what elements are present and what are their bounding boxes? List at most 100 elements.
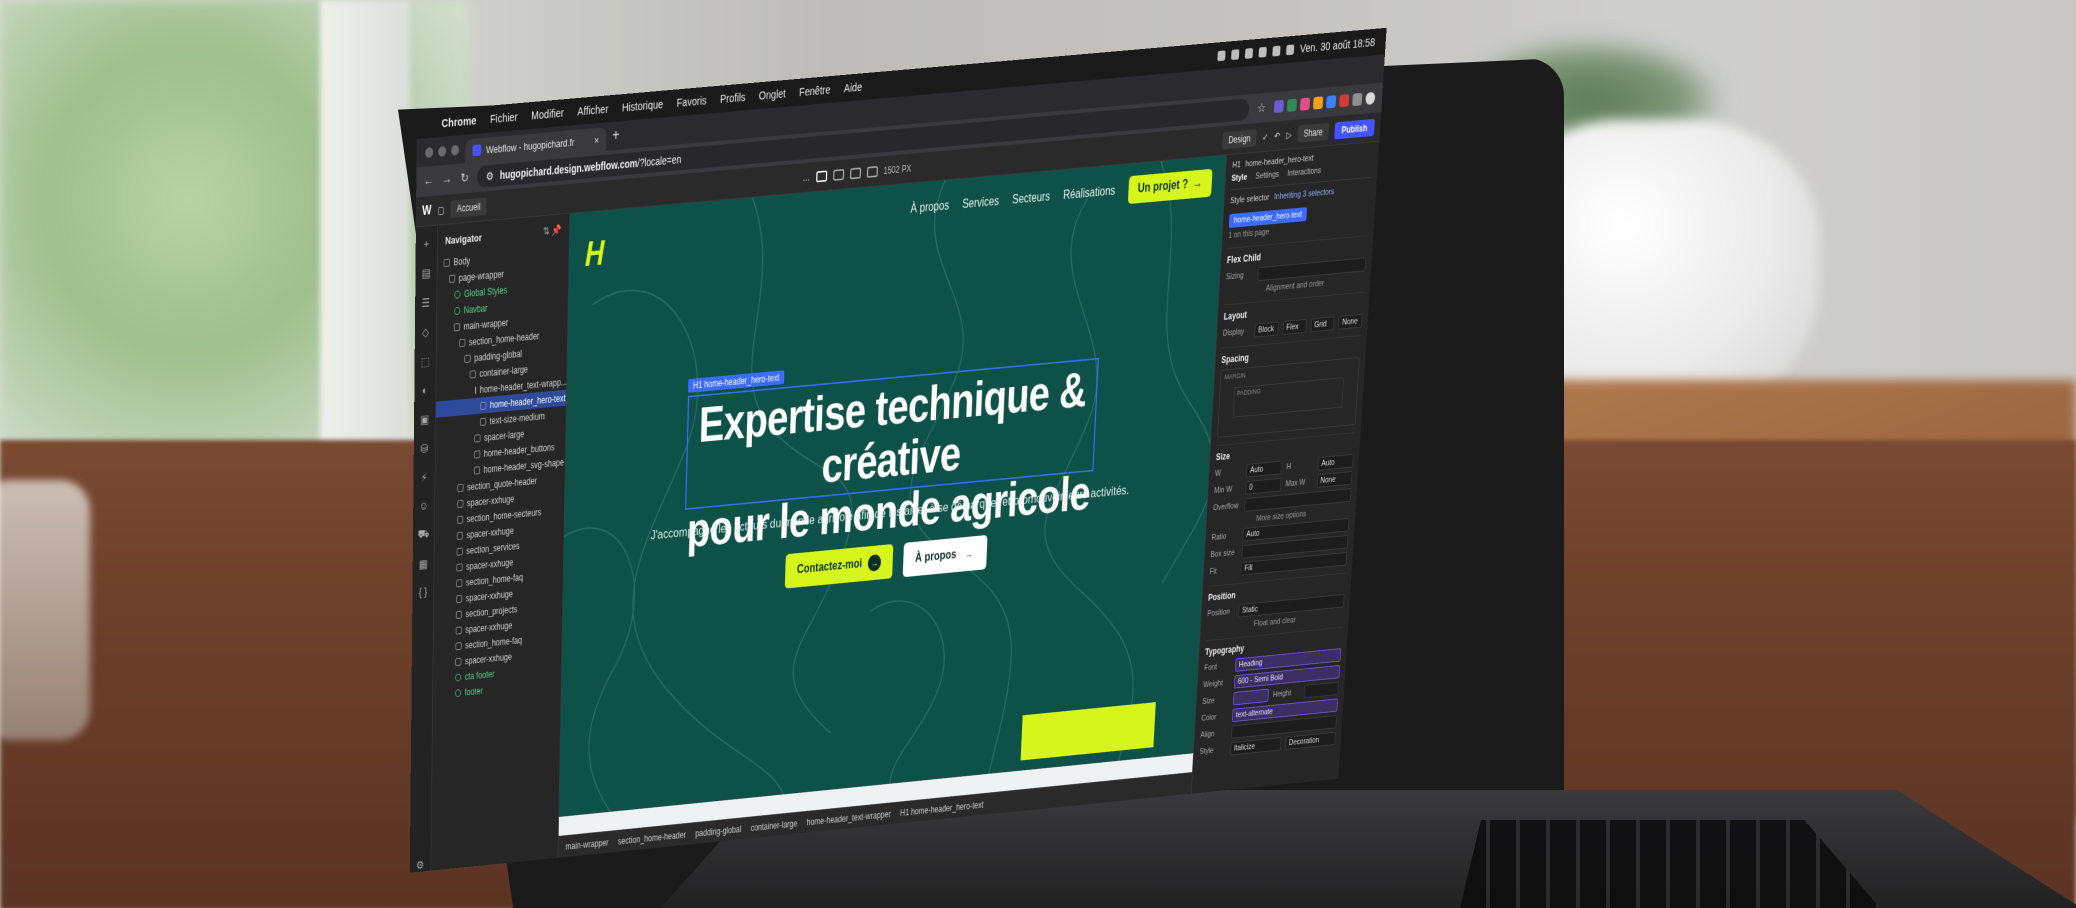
- check-icon[interactable]: ✓: [1262, 131, 1269, 142]
- new-tab-button[interactable]: +: [612, 126, 620, 145]
- publish-button[interactable]: Publish: [1334, 118, 1375, 139]
- extension-icon[interactable]: [1352, 93, 1362, 106]
- spacing-box-model[interactable]: MARGIN PADDING: [1217, 357, 1360, 438]
- menu-fichier[interactable]: Fichier: [490, 110, 518, 126]
- breadcrumb-item[interactable]: section_home-header: [618, 829, 686, 846]
- breadcrumb-item[interactable]: H1 home-header_hero-text: [900, 799, 984, 818]
- styles-icon[interactable]: ◐: [422, 384, 428, 398]
- battery-icon[interactable]: [1272, 45, 1280, 56]
- display-grid[interactable]: Grid: [1310, 316, 1334, 332]
- minimize-window-button[interactable]: [438, 146, 446, 157]
- users-icon[interactable]: ☺: [419, 499, 428, 513]
- site-nav-link-secteurs[interactable]: Secteurs: [1012, 190, 1050, 207]
- menu-modifier[interactable]: Modifier: [531, 106, 564, 122]
- design-mode-dropdown[interactable]: Design: [1222, 129, 1257, 149]
- menu-onglet[interactable]: Onglet: [759, 87, 786, 103]
- display-none[interactable]: None: [1338, 314, 1362, 330]
- reload-icon[interactable]: ↻: [460, 170, 468, 186]
- navigator-item-label: padding-global: [474, 348, 522, 363]
- menu-fenetre[interactable]: Fenêtre: [799, 83, 831, 99]
- apps-icon[interactable]: ▦: [419, 557, 428, 571]
- collapse-icon[interactable]: ⇅: [543, 225, 550, 237]
- breadcrumb-item[interactable]: home-header_text-wrapper: [806, 809, 891, 828]
- inheriting-label[interactable]: Inheriting 3 selectors: [1274, 187, 1335, 202]
- width-input[interactable]: Auto: [1246, 461, 1282, 478]
- extension-icon[interactable]: [1313, 96, 1323, 109]
- webflow-logo-icon[interactable]: W: [422, 204, 431, 219]
- menu-afficher[interactable]: Afficher: [577, 102, 608, 118]
- extension-icon[interactable]: [1326, 95, 1336, 108]
- components-icon[interactable]: ◇: [422, 325, 429, 340]
- pin-icon[interactable]: 📌: [552, 224, 562, 237]
- mobile-breakpoint-icon[interactable]: [867, 166, 878, 178]
- pages-icon[interactable]: ▤: [422, 266, 431, 281]
- navigator-icon[interactable]: ☰: [422, 296, 430, 311]
- page-selector[interactable]: Accueil: [451, 197, 487, 217]
- forward-icon[interactable]: →: [442, 172, 452, 187]
- menubar-clock[interactable]: Ven. 30 août 18:58: [1300, 35, 1376, 55]
- extension-icon[interactable]: [1339, 94, 1349, 107]
- assets-icon[interactable]: ▣: [420, 412, 429, 427]
- undo-icon[interactable]: ↶: [1274, 130, 1281, 141]
- line-height-input[interactable]: [1303, 682, 1339, 699]
- variables-icon[interactable]: ⬚: [421, 354, 430, 369]
- tray-icon[interactable]: [1231, 49, 1239, 60]
- layout-section: Layout Display Block Flex Grid None: [1223, 292, 1364, 341]
- profile-avatar[interactable]: [1365, 92, 1375, 105]
- breadcrumb-item[interactable]: container-large: [750, 818, 797, 833]
- wifi-icon[interactable]: [1259, 46, 1267, 57]
- menu-profils[interactable]: Profils: [720, 90, 746, 106]
- menu-historique[interactable]: Historique: [622, 97, 664, 114]
- cms-icon[interactable]: ⛁: [421, 441, 429, 455]
- site-settings-icon[interactable]: ⚙: [486, 169, 494, 183]
- breadcrumb-item[interactable]: main-wrapper: [565, 837, 608, 852]
- site-logo[interactable]: H: [585, 234, 605, 275]
- element-box-icon: [456, 579, 462, 587]
- height-input[interactable]: Auto: [1318, 454, 1354, 471]
- share-button[interactable]: Share: [1297, 123, 1329, 143]
- back-icon[interactable]: ←: [424, 174, 434, 189]
- preview-icon[interactable]: ▷: [1286, 129, 1292, 140]
- desktop-breakpoint-icon[interactable]: [816, 170, 827, 182]
- site-nav-link-services[interactable]: Services: [962, 195, 999, 212]
- italicize-control[interactable]: Italicize: [1230, 737, 1281, 755]
- extension-icon[interactable]: [1274, 100, 1284, 113]
- site-nav-link-a-propos[interactable]: À propos: [910, 199, 949, 216]
- display-flex[interactable]: Flex: [1282, 319, 1306, 335]
- landscape-breakpoint-icon[interactable]: [850, 167, 861, 179]
- max-width-input[interactable]: None: [1316, 471, 1352, 488]
- code-icon[interactable]: { }: [419, 586, 428, 600]
- display-block[interactable]: Block: [1254, 322, 1278, 338]
- extension-icon[interactable]: [1300, 97, 1310, 110]
- breadcrumb-item[interactable]: padding-global: [695, 824, 741, 839]
- tablet-breakpoint-icon[interactable]: [833, 169, 844, 181]
- class-chip[interactable]: home-header_hero-text: [1229, 207, 1307, 228]
- tab-interactions[interactable]: Interactions: [1287, 166, 1321, 178]
- tab-style[interactable]: Style: [1231, 173, 1247, 184]
- add-panel-icon[interactable]: +: [424, 237, 430, 251]
- tray-icon[interactable]: [1217, 50, 1225, 61]
- site-nav-link-realisations[interactable]: Réalisations: [1063, 184, 1116, 203]
- zoom-window-button[interactable]: [451, 144, 459, 155]
- search-icon[interactable]: [1286, 44, 1294, 55]
- menubar-app-name[interactable]: Chrome: [441, 114, 476, 131]
- color-label: Color: [1201, 712, 1228, 723]
- tray-icon[interactable]: [1245, 48, 1253, 59]
- more-icon[interactable]: …: [802, 172, 810, 184]
- overflow-label: Overflow: [1213, 501, 1240, 513]
- min-width-input[interactable]: 0: [1245, 478, 1281, 495]
- ecommerce-icon[interactable]: ⛟: [418, 527, 430, 542]
- close-tab-icon[interactable]: ×: [594, 134, 599, 146]
- design-canvas[interactable]: À propos Services Secteurs Réalisations …: [558, 155, 1226, 858]
- menu-favoris[interactable]: Favoris: [676, 94, 706, 110]
- bookmark-star-icon[interactable]: ☆: [1257, 100, 1266, 116]
- font-size-input[interactable]: [1233, 689, 1269, 706]
- menu-aide[interactable]: Aide: [844, 80, 863, 95]
- settings-icon[interactable]: ⚙: [416, 858, 424, 872]
- margin-label: MARGIN: [1224, 371, 1246, 381]
- decoration-control[interactable]: Decoration: [1285, 732, 1336, 750]
- logic-icon[interactable]: ⚡: [421, 471, 428, 485]
- tab-settings[interactable]: Settings: [1255, 170, 1279, 181]
- close-window-button[interactable]: [425, 147, 433, 158]
- extension-icon[interactable]: [1287, 99, 1297, 112]
